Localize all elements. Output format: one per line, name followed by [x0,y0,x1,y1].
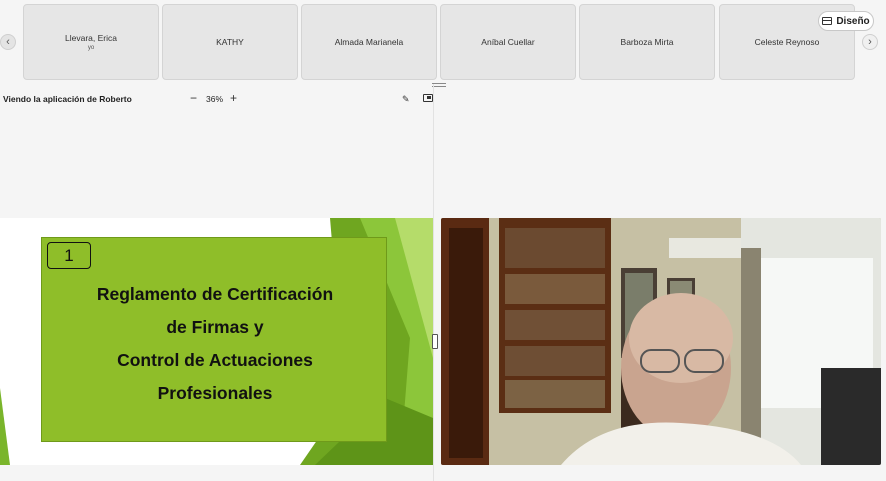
pane-divider [433,84,434,481]
participant-tile[interactable]: Barboza Mirta [579,4,715,80]
annotate-icon[interactable]: ✎ [402,94,410,105]
slide-number: 1 [47,242,91,269]
sharing-status-label: Viendo la aplicación de Roberto [3,94,132,104]
chevron-left-icon[interactable]: ‹ [0,34,16,50]
participant-tile[interactable]: Aníbal Cuellar [440,4,576,80]
pane-resize-handle[interactable] [432,334,438,349]
slide-title: Reglamento de Certificación de Firmas y … [42,278,388,410]
chevron-right-icon[interactable]: › [862,34,878,50]
participant-strip: ‹ Llevara, Erica yo KATHY Almada Mariane… [0,0,886,84]
participant-name: Barboza Mirta [620,37,674,47]
participant-tile[interactable]: KATHY [162,4,298,80]
slide-title-line: de Firmas y [166,317,264,337]
participant-name: Aníbal Cuellar [481,37,535,47]
participant-name: Celeste Reynoso [754,37,820,47]
speaker-video-frame [441,218,881,465]
participant-name: Almada Marianela [334,37,404,47]
participant-self-label: yo [87,45,95,51]
share-toolbar: Viendo la aplicación de Roberto − 36% + … [0,90,433,108]
participant-name: Llevara, Erica [65,33,117,43]
slide-title-line: Reglamento de Certificación [96,284,334,304]
meeting-window: ‹ Llevara, Erica yo KATHY Almada Mariane… [0,0,886,481]
participant-tile[interactable]: Llevara, Erica yo [23,4,159,80]
layout-button-label: Diseño [836,15,870,27]
zoom-level: 36% [206,94,224,104]
layout-button[interactable]: Diseño [818,11,874,31]
slide-title-line: Profesionales [157,383,273,403]
layout-icon [822,17,833,25]
speaker-video[interactable] [441,218,881,465]
pop-out-icon[interactable] [423,94,433,102]
slide-title-box: 1 Reglamento de Certificación de Firmas … [41,237,387,442]
participant-tile[interactable]: Almada Marianela [301,4,437,80]
zoom-out-button[interactable]: − [190,91,197,105]
shared-slide: 1 Reglamento de Certificación de Firmas … [0,218,433,465]
participant-name: KATHY [216,37,244,47]
zoom-in-button[interactable]: + [230,91,237,105]
strip-resize-handle[interactable] [432,83,446,87]
slide-title-line: Control de Actuaciones [117,350,313,370]
